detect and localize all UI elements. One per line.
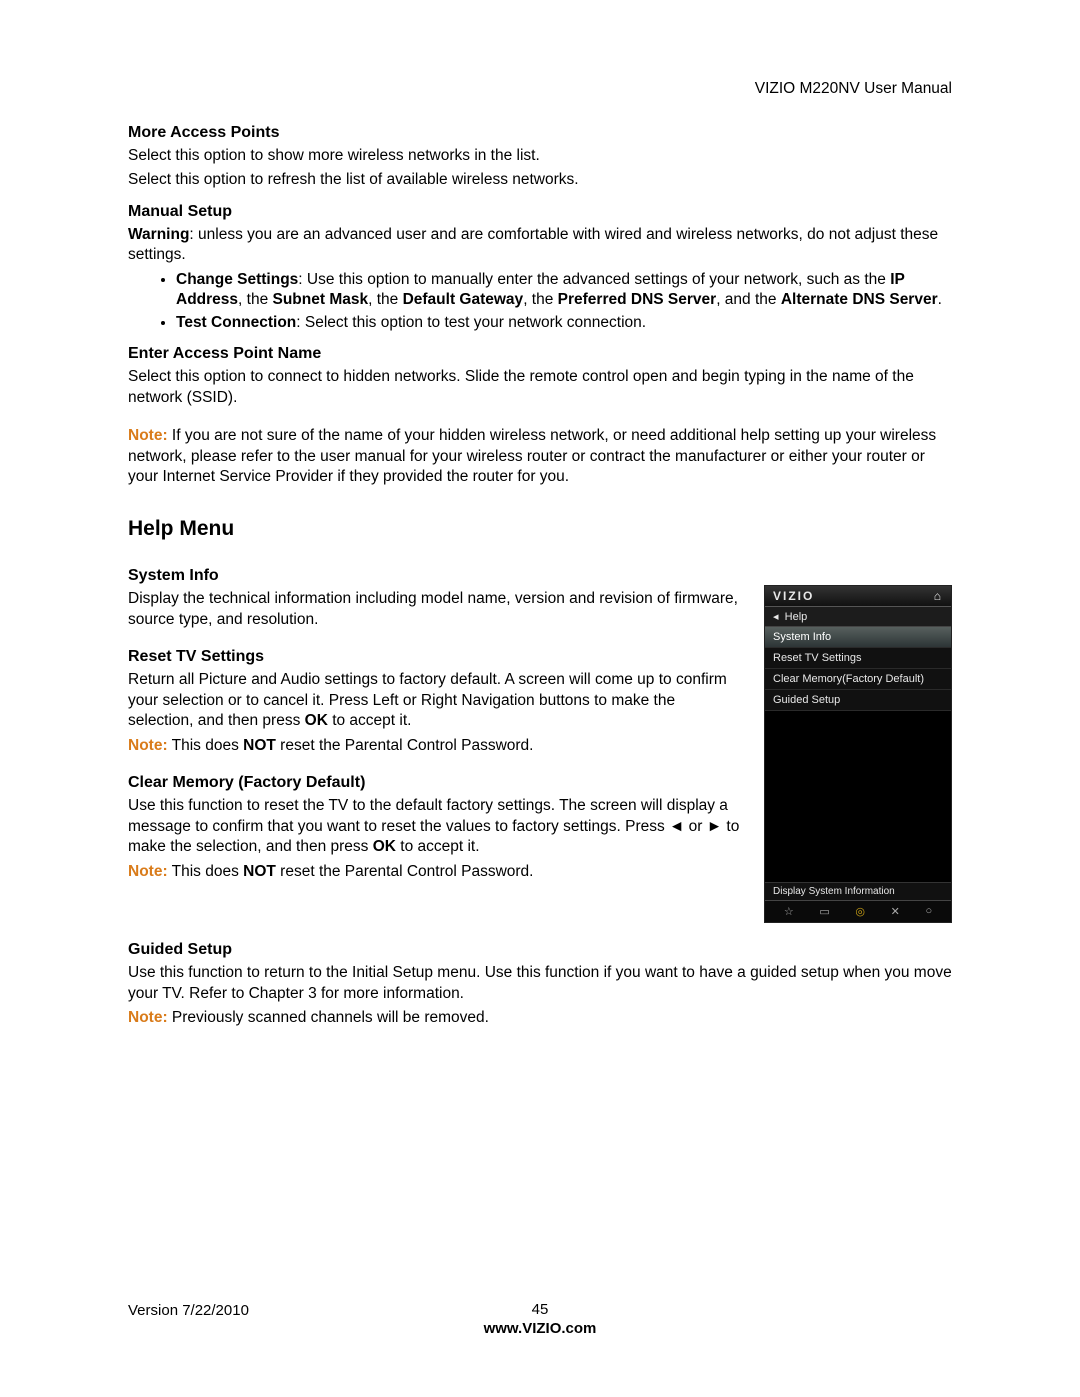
tv-menu-item: Guided Setup — [765, 690, 951, 711]
heading-enter-ap-name: Enter Access Point Name — [128, 345, 952, 363]
tv-status-text: Display System Information — [765, 882, 951, 900]
note-label: Note: — [128, 1009, 168, 1026]
term: OK — [373, 838, 396, 855]
note-label: Note: — [128, 737, 168, 754]
body-text: Warning: unless you are an advanced user… — [128, 225, 952, 266]
body-text: to accept it. — [396, 838, 480, 855]
tv-brand: VIZIO — [773, 589, 814, 603]
back-arrow-icon: ◂ — [773, 611, 779, 623]
body-text: , the — [368, 291, 402, 308]
body-text: If you are not sure of the name of your … — [128, 427, 936, 485]
note-text: Note: Previously scanned channels will b… — [128, 1008, 952, 1028]
note-text: Note: If you are not sure of the name of… — [128, 426, 952, 487]
list-item: Test Connection: Select this option to t… — [176, 313, 952, 333]
term: NOT — [243, 737, 276, 754]
body-text: Select this option to refresh the list o… — [128, 170, 952, 190]
body-text: , the — [523, 291, 557, 308]
heading-more-access-points: More Access Points — [128, 124, 952, 142]
term: Default Gateway — [403, 291, 524, 308]
x-icon: ✕ — [891, 905, 900, 918]
home-icon: ⌂ — [934, 589, 943, 603]
tv-menu-item: Reset TV Settings — [765, 648, 951, 669]
body-text: : unless you are an advanced user and ar… — [128, 226, 938, 263]
body-text: Display the technical information includ… — [128, 589, 744, 630]
body-text: This does — [168, 737, 244, 754]
tv-menu-screenshot: VIZIO ⌂ ◂ Help System Info Reset TV Sett… — [764, 585, 952, 923]
body-text: Select this option to show more wireless… — [128, 146, 952, 166]
body-text: reset the Parental Control Password. — [276, 863, 534, 880]
body-text: . — [938, 291, 942, 308]
body-text: Return all Picture and Audio settings to… — [128, 670, 744, 731]
term: Alternate DNS Server — [781, 291, 938, 308]
body-text: to accept it. — [328, 712, 412, 729]
list-item: Change Settings: Use this option to manu… — [176, 270, 952, 311]
heading-guided-setup: Guided Setup — [128, 941, 952, 959]
footer-url: www.VIZIO.com — [128, 1320, 952, 1337]
heading-system-info: System Info — [128, 567, 744, 585]
term: Subnet Mask — [273, 291, 369, 308]
note-label: Note: — [128, 863, 168, 880]
tv-spacer — [765, 711, 951, 882]
heading-manual-setup: Manual Setup — [128, 203, 952, 221]
term: Preferred DNS Server — [558, 291, 717, 308]
star-icon: ☆ — [784, 905, 794, 918]
breadcrumb-label: Help — [785, 611, 808, 623]
body-text: This does — [168, 863, 244, 880]
term: OK — [305, 712, 328, 729]
bullet-label: Test Connection — [176, 314, 296, 331]
tv-menu-item: System Info — [765, 627, 951, 648]
page-number: 45 — [128, 1301, 952, 1318]
version-text: Version 7/22/2010 — [128, 1302, 249, 1319]
body-text: Previously scanned channels will be remo… — [168, 1009, 489, 1026]
heading-reset-tv: Reset TV Settings — [128, 648, 744, 666]
rect-icon: ▭ — [819, 905, 829, 918]
body-text: , and the — [716, 291, 781, 308]
tv-icon-bar: ☆ ▭ ◎ ✕ ○ — [765, 900, 951, 922]
tv-menu-item: Clear Memory(Factory Default) — [765, 669, 951, 690]
body-text: reset the Parental Control Password. — [276, 737, 534, 754]
body-text: Use this function to reset the TV to the… — [128, 796, 744, 857]
body-text: Return all Picture and Audio settings to… — [128, 671, 727, 729]
body-text: , the — [238, 291, 272, 308]
heading-clear-memory: Clear Memory (Factory Default) — [128, 774, 744, 792]
body-text: : Select this option to test your networ… — [296, 314, 646, 331]
circle-dot-icon: ◎ — [855, 905, 865, 918]
heading-help-menu: Help Menu — [128, 517, 952, 541]
term: NOT — [243, 863, 276, 880]
body-text: Select this option to connect to hidden … — [128, 367, 952, 408]
bullet-label: Change Settings — [176, 271, 298, 288]
circle-icon: ○ — [925, 905, 932, 918]
body-text: : Use this option to manually enter the … — [298, 271, 890, 288]
warning-label: Warning — [128, 226, 189, 243]
note-text: Note: This does NOT reset the Parental C… — [128, 736, 744, 756]
body-text: Use this function to return to the Initi… — [128, 963, 952, 1004]
note-text: Note: This does NOT reset the Parental C… — [128, 862, 744, 882]
doc-title: VIZIO M220NV User Manual — [755, 80, 952, 98]
tv-breadcrumb: ◂ Help — [765, 607, 951, 627]
note-label: Note: — [128, 427, 168, 444]
